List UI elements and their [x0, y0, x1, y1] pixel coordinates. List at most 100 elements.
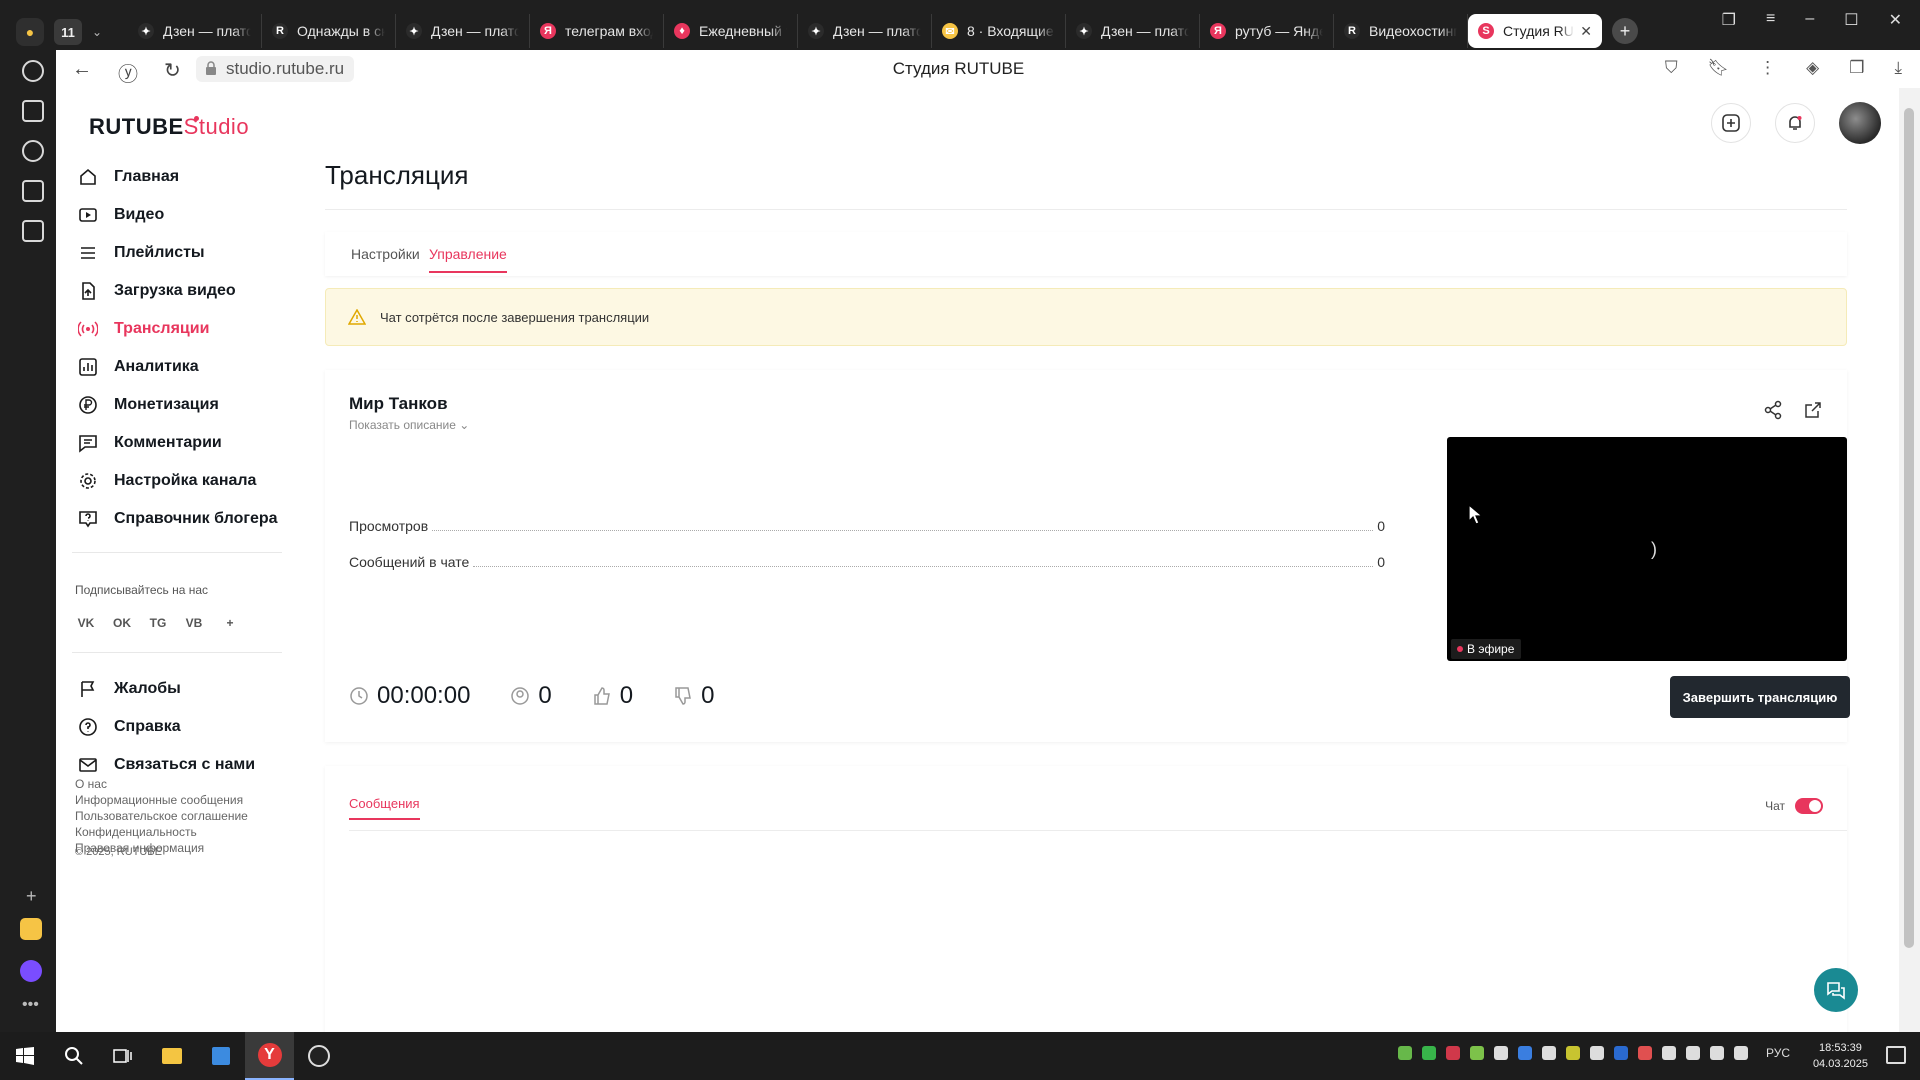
yandex-browser-icon[interactable]: Y — [245, 1032, 294, 1080]
play-icon[interactable] — [22, 140, 44, 162]
obs-icon[interactable] — [294, 1032, 343, 1080]
file-explorer-icon[interactable] — [147, 1032, 196, 1080]
browser-tab[interactable]: ✦ Дзен — платф — [798, 14, 932, 48]
browser-tab[interactable]: ♦ Ежедневный т — [664, 14, 798, 48]
alice-icon[interactable] — [20, 960, 42, 982]
more-dots-icon[interactable]: ••• — [22, 996, 39, 1014]
history-icon[interactable] — [22, 60, 44, 82]
end-broadcast-button[interactable]: Завершить трансляцию — [1670, 676, 1850, 718]
sidebar-item[interactable]: Монетизация — [78, 386, 278, 424]
browser-tab[interactable]: ✦ Дзен — платф — [128, 14, 262, 48]
tray-icon[interactable] — [1637, 1046, 1652, 1060]
chat-toggle-label: Чат — [1765, 799, 1785, 813]
search-icon[interactable] — [49, 1032, 98, 1080]
mail-app-icon[interactable] — [20, 918, 42, 940]
footer-link[interactable]: Информационные сообщения — [75, 792, 248, 808]
tray-icon[interactable] — [1469, 1046, 1484, 1060]
chevron-down-icon[interactable]: ⌄ — [92, 25, 102, 39]
sidebar-item[interactable]: Справочник блогера — [78, 500, 278, 538]
screenshot-icon[interactable] — [22, 220, 44, 242]
close-window-icon[interactable]: ✕ — [1889, 10, 1902, 30]
show-description-toggle[interactable]: Показать описание ⌄ — [349, 418, 469, 432]
wifi-icon[interactable] — [1685, 1046, 1700, 1060]
tab-settings[interactable]: Настройки — [351, 246, 420, 262]
sidebar-item[interactable]: Плейлисты — [78, 234, 278, 272]
notification-center-icon[interactable] — [1886, 1046, 1906, 1064]
start-button[interactable] — [0, 1032, 49, 1080]
bookmark-icon[interactable]: 🔖︎ — [1708, 58, 1730, 78]
external-link-icon[interactable] — [1803, 400, 1823, 420]
social-icon[interactable]: VB — [183, 612, 205, 634]
video-icon — [78, 205, 98, 225]
sidebar-item[interactable]: Загрузка видео — [78, 272, 278, 310]
language-indicator[interactable]: РУС — [1766, 1046, 1790, 1060]
browser-tab[interactable]: R Однажды в ск — [262, 14, 396, 48]
menu-icon[interactable]: ≡ — [1766, 10, 1775, 30]
social-icon[interactable]: VK — [75, 612, 97, 634]
tabs-icon[interactable] — [22, 100, 44, 122]
collections-icon[interactable]: ❒ — [1849, 58, 1864, 78]
browser-tab[interactable]: ✦ Дзен — платф — [396, 14, 530, 48]
bookmark-window-icon[interactable]: ❐ — [1722, 10, 1736, 30]
tray-icon[interactable] — [1541, 1046, 1556, 1060]
tray-icon[interactable] — [1493, 1046, 1508, 1060]
browser-tab[interactable]: S Студия RUT ✕ — [1468, 14, 1602, 48]
sidebar-item[interactable]: Трансляции — [78, 310, 278, 348]
tab-messages[interactable]: Сообщения — [349, 796, 420, 820]
calendar-icon[interactable] — [22, 180, 44, 202]
task-view-icon[interactable] — [98, 1032, 147, 1080]
avatar[interactable] — [1839, 102, 1881, 144]
footer-link[interactable]: Пользовательское соглашение — [75, 808, 248, 824]
store-icon[interactable] — [196, 1032, 245, 1080]
sidebar-item[interactable]: Видео — [78, 196, 278, 234]
stream-preview-player[interactable]: ) В эфире — [1447, 437, 1847, 661]
new-tab-button[interactable]: + — [1612, 18, 1638, 44]
sidebar-item[interactable]: Аналитика — [78, 348, 278, 386]
tray-icon[interactable] — [1445, 1046, 1460, 1060]
tray-icon[interactable] — [1589, 1046, 1604, 1060]
volume-icon[interactable] — [1709, 1046, 1724, 1060]
page-scrollbar[interactable] — [1899, 88, 1920, 1032]
system-clock[interactable]: 18:53:39 04.03.2025 — [1813, 1040, 1868, 1072]
chat-switch[interactable] — [1795, 798, 1823, 814]
tray-icon[interactable] — [1421, 1046, 1436, 1060]
more-icon[interactable]: ⋮ — [1759, 58, 1776, 78]
support-chat-button[interactable] — [1814, 968, 1858, 1012]
create-button[interactable] — [1711, 103, 1751, 143]
browser-tab[interactable]: R Видеохостинг — [1334, 14, 1468, 48]
bluetooth-icon[interactable] — [1517, 1046, 1532, 1060]
shield-icon[interactable]: ⛉ — [1665, 58, 1678, 78]
footer-link[interactable]: Конфиденциальность — [75, 824, 248, 840]
profile-icon[interactable]: ● — [16, 18, 44, 46]
sidebar-item[interactable]: Справка — [78, 708, 255, 746]
scrollbar-thumb[interactable] — [1904, 108, 1914, 948]
download-icon[interactable]: ⤓ — [1894, 58, 1902, 78]
sidebar-item[interactable]: Настройка канала — [78, 462, 278, 500]
minimize-icon[interactable]: – — [1805, 10, 1814, 30]
browser-tab[interactable]: Ярутуб — Яндек — [1200, 14, 1334, 48]
tab-management[interactable]: Управление — [429, 246, 507, 273]
browser-tab[interactable]: ✦ Дзен — платф — [1066, 14, 1200, 48]
tray-icon[interactable] — [1565, 1046, 1580, 1060]
browser-tab[interactable]: ✉ 8 · Входящие · — [932, 14, 1066, 48]
social-icon[interactable]: TG — [147, 612, 169, 634]
notifications-button[interactable] — [1775, 103, 1815, 143]
tab-count-button[interactable]: 11 — [54, 19, 82, 45]
sidebar-item[interactable]: Жалобы — [78, 670, 255, 708]
social-icon[interactable]: + — [219, 612, 241, 634]
close-tab-icon[interactable]: ✕ — [1580, 23, 1592, 40]
microphone-icon[interactable] — [1661, 1046, 1676, 1060]
add-panel-icon[interactable]: + — [26, 886, 37, 907]
sidebar-item[interactable]: Комментарии — [78, 424, 278, 462]
sidebar-item[interactable]: Главная — [78, 158, 278, 196]
browser-tab[interactable]: Ятелеграм вход — [530, 14, 664, 48]
footer-link[interactable]: О нас — [75, 776, 248, 792]
tray-icon[interactable] — [1613, 1046, 1628, 1060]
maximize-icon[interactable]: ☐ — [1844, 10, 1858, 30]
share-icon[interactable] — [1763, 400, 1783, 420]
rutube-studio-logo[interactable]: RUTUBEStudio — [89, 114, 249, 140]
battery-icon[interactable] — [1733, 1046, 1748, 1060]
social-icon[interactable]: OK — [111, 612, 133, 634]
tray-icon[interactable] — [1397, 1046, 1412, 1060]
extensions-icon[interactable]: ◈ — [1806, 58, 1819, 78]
